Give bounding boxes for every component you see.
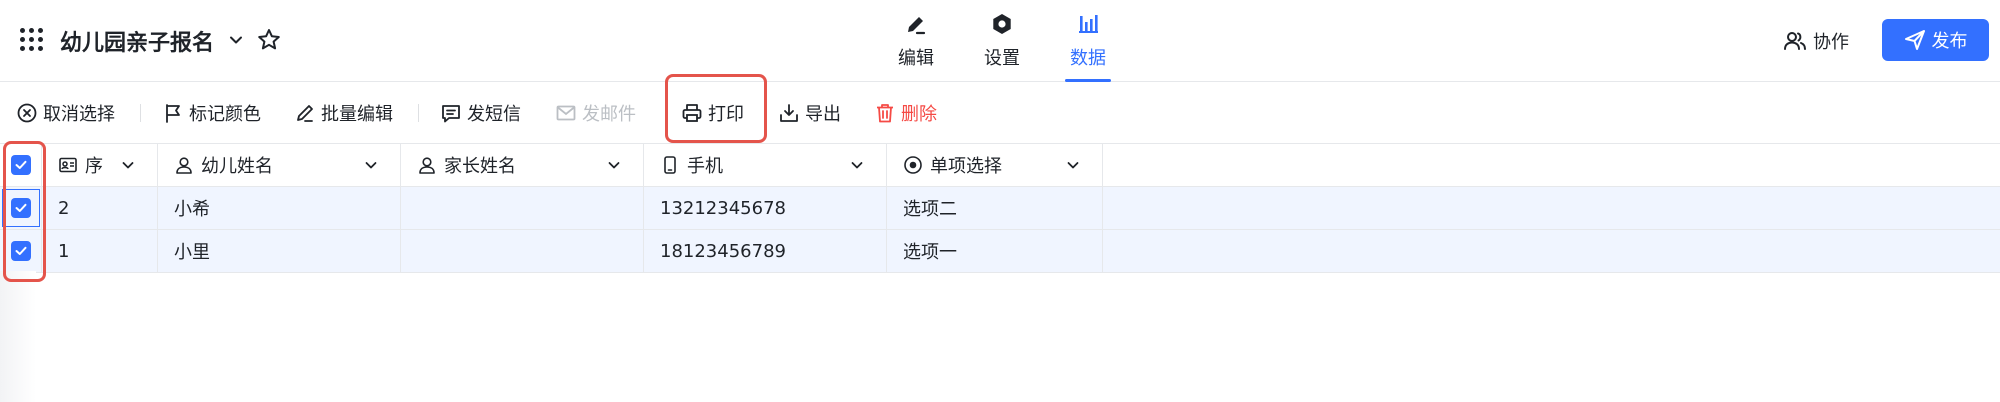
people-icon: [1784, 32, 1806, 50]
collaborate-button[interactable]: 协作: [1783, 24, 1849, 58]
chevron-down-icon[interactable]: [362, 156, 380, 174]
chevron-down-icon[interactable]: [605, 156, 623, 174]
toolbar-divider: [140, 104, 141, 122]
form-title[interactable]: 幼儿园亲子报名: [60, 25, 214, 57]
download-icon: [780, 104, 798, 122]
apps-grid-icon[interactable]: [20, 28, 44, 52]
tab-settings-label: 设置: [984, 48, 1020, 69]
id-card-icon: [59, 157, 77, 173]
table-row[interactable]: 1 小里 18123456789 选项一: [0, 230, 2000, 273]
send-sms-button[interactable]: 发短信: [440, 100, 521, 126]
chevron-down-icon[interactable]: [119, 156, 137, 174]
cell-seq[interactable]: 2: [42, 187, 158, 229]
pen-icon: [908, 17, 926, 35]
flag-icon: [166, 104, 180, 123]
row-checkbox[interactable]: [10, 241, 31, 261]
row-select-cell: [0, 187, 42, 229]
tab-settings[interactable]: 设置: [967, 12, 1037, 82]
chevron-down-icon[interactable]: [226, 30, 246, 50]
column-header-seq[interactable]: 序: [42, 144, 158, 186]
column-header-child-name[interactable]: 幼儿姓名: [158, 144, 401, 186]
check-icon: [15, 203, 26, 212]
mark-color-label: 标记颜色: [189, 104, 261, 125]
cell-seq[interactable]: 1: [42, 230, 158, 272]
phone-icon: [664, 156, 676, 174]
delete-button[interactable]: 删除: [874, 100, 937, 126]
star-icon[interactable]: [256, 27, 282, 53]
pencil-icon: [297, 105, 313, 122]
batch-edit-button[interactable]: 批量编辑: [294, 100, 393, 126]
cell-single-choice[interactable]: 选项一: [887, 230, 1103, 272]
column-header-label: 序: [85, 156, 103, 177]
row-select-cell: [0, 230, 42, 272]
mail-icon: [556, 105, 576, 121]
tab-edit[interactable]: 编辑: [881, 12, 951, 82]
cell-child-name[interactable]: 小里: [158, 230, 401, 272]
column-header-label: 幼儿姓名: [201, 156, 273, 177]
cell-parent-name[interactable]: [401, 187, 644, 229]
cell-single-choice[interactable]: 选项二: [887, 187, 1103, 229]
person-icon: [419, 157, 435, 174]
select-all-cell: [0, 144, 42, 186]
printer-icon: [682, 104, 702, 122]
check-icon: [15, 160, 26, 169]
left-edge-shadow: [0, 271, 36, 402]
tab-edit-label: 编辑: [898, 48, 934, 69]
table-row[interactable]: 2 小希 13212345678 选项二: [0, 187, 2000, 230]
column-header-label: 手机: [687, 156, 723, 177]
message-icon: [442, 105, 460, 123]
send-icon: [1904, 30, 1925, 50]
cell-phone[interactable]: 13212345678: [644, 187, 887, 229]
table-header-row: 序 幼儿姓名 家长姓名 手机 单项选择: [0, 143, 2000, 187]
column-header-label: 家长姓名: [444, 156, 516, 177]
delete-label: 删除: [901, 104, 937, 125]
column-header-phone[interactable]: 手机: [644, 144, 887, 186]
trash-icon: [877, 104, 893, 123]
publish-button[interactable]: 发布: [1882, 19, 1989, 61]
select-all-checkbox[interactable]: [10, 155, 31, 175]
top-header: 幼儿园亲子报名 编辑 设置 数据 协作 发布: [0, 0, 2000, 82]
tab-data[interactable]: 数据: [1053, 12, 1123, 82]
print-label: 打印: [708, 104, 744, 125]
send-email-label: 发邮件: [582, 104, 636, 125]
column-header-label: 单项选择: [930, 156, 1002, 177]
send-email-button[interactable]: 发邮件: [555, 100, 636, 126]
export-button[interactable]: 导出: [778, 100, 841, 126]
bar-chart-icon: [1079, 15, 1098, 33]
cell-phone[interactable]: 18123456789: [644, 230, 887, 272]
print-button[interactable]: 打印: [681, 100, 744, 126]
cancel-selection-button[interactable]: 取消选择: [16, 100, 115, 126]
cancel-selection-label: 取消选择: [43, 104, 115, 125]
batch-edit-label: 批量编辑: [321, 104, 393, 125]
hexagon-gear-icon: [993, 14, 1011, 34]
radio-icon: [904, 156, 922, 174]
send-sms-label: 发短信: [467, 104, 521, 125]
tab-data-label: 数据: [1070, 48, 1106, 69]
publish-label: 发布: [1931, 31, 1968, 52]
collaborate-label: 协作: [1813, 32, 1849, 53]
circle-x-icon: [17, 103, 37, 123]
export-label: 导出: [805, 104, 841, 125]
mark-color-button[interactable]: 标记颜色: [162, 100, 261, 126]
cell-child-name[interactable]: 小希: [158, 187, 401, 229]
cell-parent-name[interactable]: [401, 230, 644, 272]
column-header-single-choice[interactable]: 单项选择: [887, 144, 1103, 186]
chevron-down-icon[interactable]: [848, 156, 866, 174]
toolbar-divider: [418, 104, 419, 122]
column-header-parent-name[interactable]: 家长姓名: [401, 144, 644, 186]
person-icon: [176, 157, 192, 174]
chevron-down-icon[interactable]: [1064, 156, 1082, 174]
check-icon: [15, 246, 26, 255]
row-checkbox[interactable]: [10, 198, 31, 218]
selection-toolbar: 取消选择 标记颜色 批量编辑 发短信 发邮件 打印 导出 删除: [0, 74, 2000, 143]
